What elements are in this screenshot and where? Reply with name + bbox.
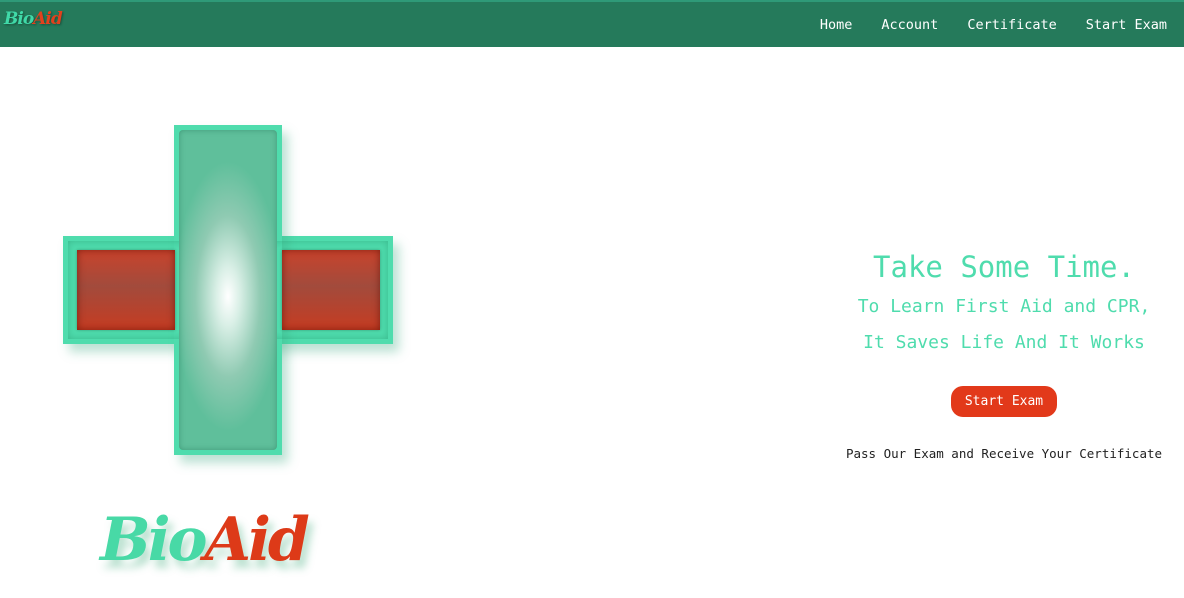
cross-red-block-right — [282, 250, 380, 330]
medical-cross-icon — [60, 122, 400, 462]
certificate-note: Pass Our Exam and Receive Your Certifica… — [845, 446, 1163, 461]
nav-link-certificate[interactable]: Certificate — [967, 17, 1056, 33]
hero-subtitle-line-2: It Saves Life And It Works — [863, 332, 1145, 353]
logo-bio: Bio — [100, 505, 208, 575]
hero-subtitle-line-1: To Learn First Aid and CPR, — [857, 296, 1151, 317]
nav-links: Home Account Certificate Start Exam — [820, 2, 1184, 47]
nav-link-start-exam[interactable]: Start Exam — [1086, 17, 1167, 33]
nav-logo[interactable]: BioAid — [4, 9, 63, 29]
nav-link-home[interactable]: Home — [820, 17, 853, 33]
bioaid-logo: BioAid — [100, 510, 310, 570]
navbar: BioAid Home Account Certificate Start Ex… — [0, 0, 1184, 47]
cross-glow-core — [179, 130, 277, 450]
cross-red-block-left — [77, 250, 175, 330]
nav-logo-aid: Aid — [33, 9, 63, 29]
logo-aid: Aid — [204, 505, 310, 575]
hero-title: Take Some Time. — [873, 250, 1135, 284]
hero-section: Take Some Time. To Learn First Aid and C… — [824, 245, 1184, 461]
start-exam-button[interactable]: Start Exam — [950, 386, 1058, 417]
nav-logo-bio: Bio — [4, 9, 34, 29]
nav-link-account[interactable]: Account — [881, 17, 938, 33]
